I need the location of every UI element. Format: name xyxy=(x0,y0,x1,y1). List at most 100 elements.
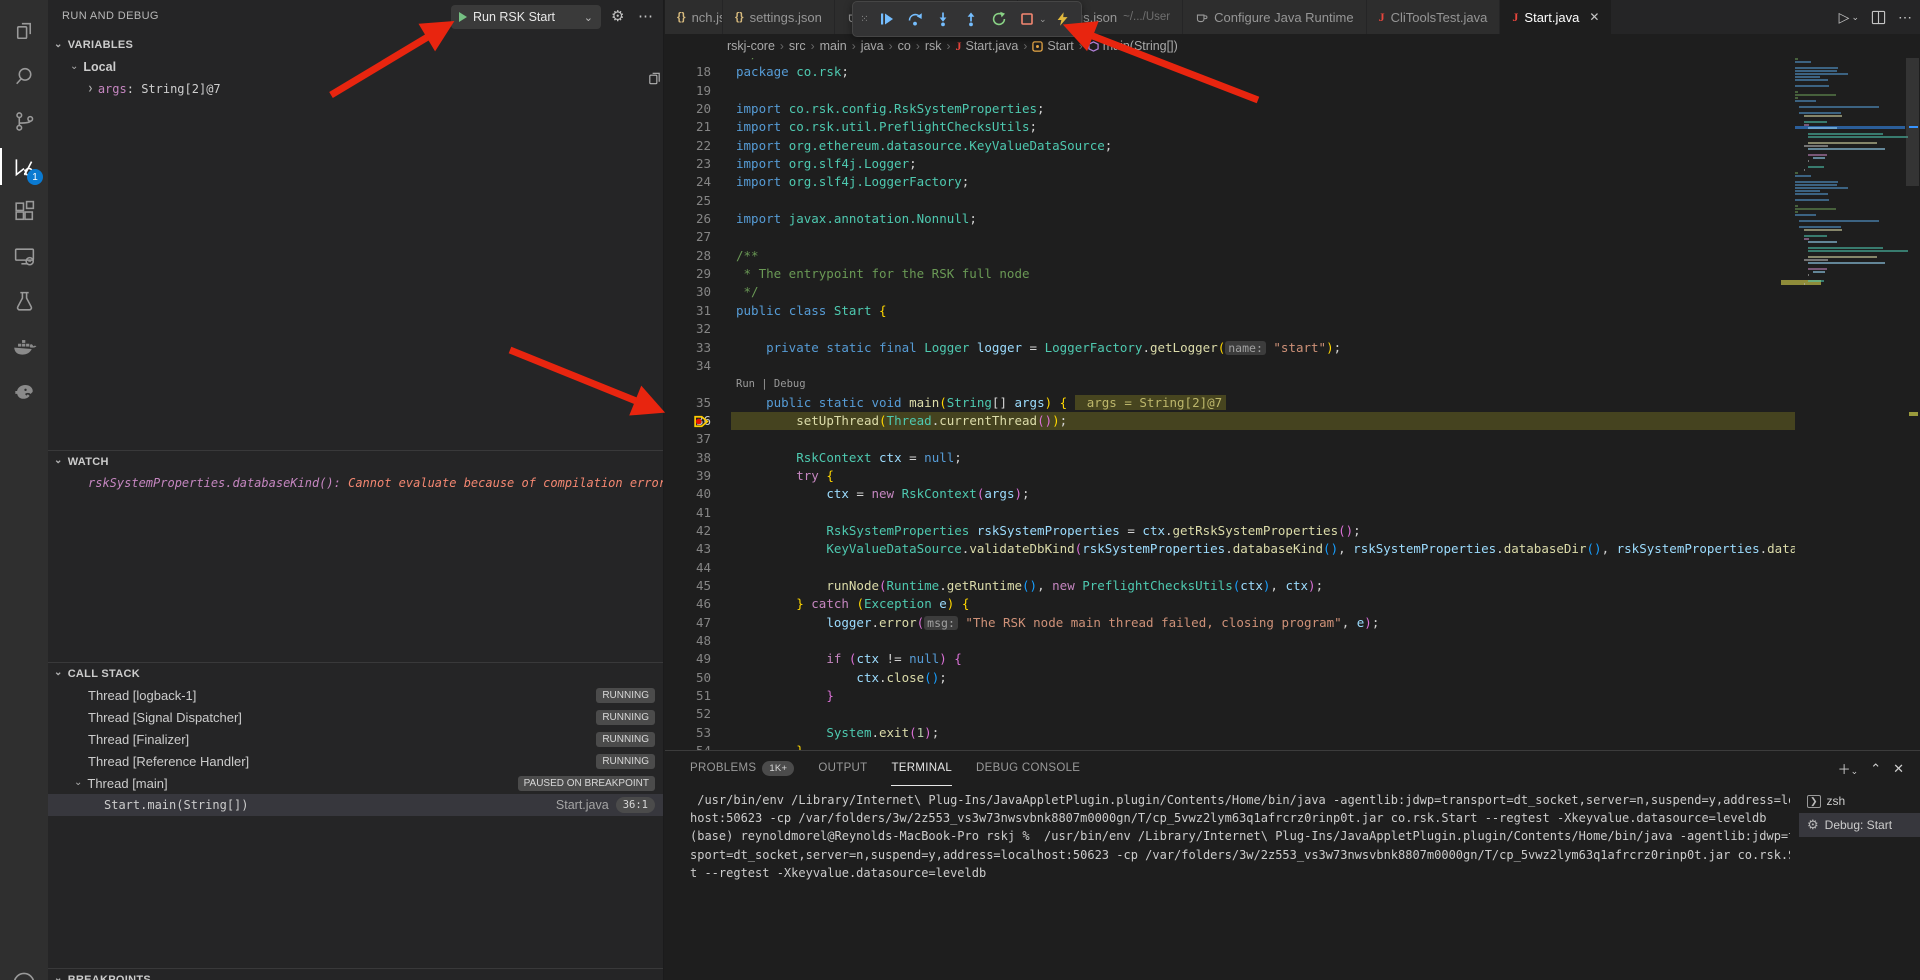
breakpoint-gutter[interactable] xyxy=(713,614,731,632)
line-number[interactable]: 50 xyxy=(665,669,711,687)
breakpoint-gutter[interactable] xyxy=(713,339,731,357)
tab-configure-java-runtime[interactable]: Configure Java Runtime xyxy=(1183,0,1366,34)
line-number[interactable]: 51 xyxy=(665,687,711,705)
breadcrumb-item-rskj-core[interactable]: rskj-core xyxy=(727,39,775,53)
line-number[interactable]: 20 xyxy=(665,100,711,118)
line-number[interactable]: 40 xyxy=(665,485,711,503)
breakpoint-gutter[interactable] xyxy=(713,357,731,375)
breakpoint-gutter[interactable] xyxy=(713,64,731,82)
breakpoint-gutter[interactable] xyxy=(713,394,731,412)
code-line-49[interactable]: 49 if (ctx != null) { xyxy=(665,650,1795,668)
breakpoint-gutter[interactable] xyxy=(713,724,731,742)
stop-button[interactable] xyxy=(1015,6,1039,32)
code-line-29[interactable]: 29 * The entrypoint for the RSK full nod… xyxy=(665,265,1795,283)
terminal-instance-debug-start[interactable]: ⚙Debug: Start xyxy=(1799,813,1920,837)
line-number[interactable]: 42 xyxy=(665,522,711,540)
line-number[interactable]: 24 xyxy=(665,173,711,191)
breakpoint-gutter[interactable] xyxy=(713,742,731,750)
code-line-53[interactable]: 53 System.exit(1); xyxy=(665,724,1795,742)
breakpoint-gutter[interactable] xyxy=(713,229,731,247)
step-into-button[interactable] xyxy=(931,6,955,32)
line-number[interactable]: 19 xyxy=(665,82,711,100)
breakpoint-gutter[interactable] xyxy=(713,284,731,302)
line-number[interactable]: 28 xyxy=(665,247,711,265)
breakpoint-gutter[interactable] xyxy=(713,119,731,137)
restart-button[interactable] xyxy=(987,6,1011,32)
breakpoint-gutter[interactable] xyxy=(713,137,731,155)
debug-settings-gear-icon[interactable]: ⚙ xyxy=(611,8,624,26)
breadcrumb-item-main[interactable]: main xyxy=(820,39,847,53)
source-control-icon[interactable] xyxy=(0,99,48,144)
line-number[interactable]: 54 xyxy=(665,742,711,750)
line-number[interactable]: 46 xyxy=(665,595,711,613)
line-number[interactable]: 30 xyxy=(665,283,711,301)
code-line-22[interactable]: 22import org.ethereum.datasource.KeyValu… xyxy=(665,137,1795,155)
code-line-54[interactable]: 54 } xyxy=(665,742,1795,750)
code-editor[interactable]: 17 */18package co.rsk;1920import co.rsk.… xyxy=(665,58,1920,750)
breakpoint-paused-icon[interactable] xyxy=(713,412,731,430)
code-line-50[interactable]: 50 ctx.close(); xyxy=(665,669,1795,687)
breakpoint-gutter[interactable] xyxy=(713,669,731,687)
line-number[interactable]: 29 xyxy=(665,265,711,283)
code-line-42[interactable]: 42 RskSystemProperties rskSystemProperti… xyxy=(665,522,1795,540)
call-stack-section-header[interactable]: ⌄ CALL STACK xyxy=(48,662,663,684)
breakpoint-gutter[interactable] xyxy=(713,320,731,338)
editor-scrollbar[interactable] xyxy=(1905,58,1920,750)
code-line-52[interactable]: 52 xyxy=(665,705,1795,723)
line-number[interactable]: 41 xyxy=(665,504,711,522)
call-stack-thread-row[interactable]: Thread [Finalizer]RUNNING xyxy=(48,728,663,750)
line-number[interactable]: 21 xyxy=(665,118,711,136)
panel-tab-problems[interactable]: PROBLEMS1K+ xyxy=(690,751,794,786)
breakpoint-gutter[interactable] xyxy=(713,302,731,320)
step-over-button[interactable] xyxy=(903,6,927,32)
tab-settings-json[interactable]: {}settings.json xyxy=(723,0,835,34)
panel-tab-debug-console[interactable]: DEBUG CONSOLE xyxy=(976,751,1080,786)
stop-dropdown-icon[interactable]: ⌄ xyxy=(1039,14,1047,25)
breakpoint-gutter[interactable] xyxy=(713,577,731,595)
line-number[interactable]: 32 xyxy=(665,320,711,338)
continue-button[interactable] xyxy=(875,6,899,32)
call-stack-thread-row[interactable]: Thread [Reference Handler]RUNNING xyxy=(48,750,663,772)
code-line-45[interactable]: 45 runNode(Runtime.getRuntime(), new Pre… xyxy=(665,577,1795,595)
tab-nch-json[interactable]: {}nch.json xyxy=(665,0,723,34)
breadcrumb-item-main-string-[interactable]: main(String[]) xyxy=(1088,39,1178,53)
remote-explorer-icon[interactable] xyxy=(0,234,48,279)
launch-config-dropdown[interactable]: Run RSK Start ⌄ xyxy=(451,5,601,29)
line-number[interactable]: 23 xyxy=(665,155,711,173)
breakpoint-gutter[interactable] xyxy=(713,485,731,503)
line-number[interactable]: 44 xyxy=(665,559,711,577)
breakpoint-gutter[interactable] xyxy=(713,706,731,724)
line-number[interactable]: 43 xyxy=(665,540,711,558)
code-line-26[interactable]: 26import javax.annotation.Nonnull; xyxy=(665,210,1795,228)
close-panel-icon[interactable]: ✕ xyxy=(1893,761,1904,777)
run-or-debug-button[interactable]: ▷⌄ xyxy=(1839,9,1859,26)
code-line-36[interactable]: 36 setUpThread(Thread.currentThread()); xyxy=(665,412,1795,430)
maximize-panel-icon[interactable]: ⌃ xyxy=(1870,761,1881,777)
tab-start-java[interactable]: JStart.java✕ xyxy=(1500,0,1612,34)
breakpoint-gutter[interactable] xyxy=(713,559,731,577)
account-icon[interactable] xyxy=(0,958,48,980)
tab-clitoolstest-java[interactable]: JCliToolsTest.java xyxy=(1367,0,1501,34)
breakpoint-gutter[interactable] xyxy=(713,467,731,485)
line-number[interactable]: 37 xyxy=(665,430,711,448)
breadcrumb-item-rsk[interactable]: rsk xyxy=(925,39,942,53)
code-line-43[interactable]: 43 KeyValueDataSource.validateDbKind(rsk… xyxy=(665,540,1795,558)
new-terminal-icon[interactable]: ＋⌄ xyxy=(1838,759,1859,778)
breakpoint-gutter[interactable] xyxy=(713,595,731,613)
step-out-button[interactable] xyxy=(959,6,983,32)
breakpoint-gutter[interactable] xyxy=(713,247,731,265)
breakpoint-gutter[interactable] xyxy=(713,632,731,650)
code-line-33[interactable]: 33 private static final Logger logger = … xyxy=(665,339,1795,357)
search-icon[interactable] xyxy=(0,54,48,99)
breakpoint-gutter[interactable] xyxy=(713,155,731,173)
breakpoint-gutter[interactable] xyxy=(713,651,731,669)
code-line-20[interactable]: 20import co.rsk.config.RskSystemProperti… xyxy=(665,100,1795,118)
breadcrumb-item-src[interactable]: src xyxy=(789,39,806,53)
breadcrumb-item-start[interactable]: Start xyxy=(1032,39,1073,53)
gradle-icon[interactable] xyxy=(0,369,48,414)
line-number[interactable]: 45 xyxy=(665,577,711,595)
code-line-41[interactable]: 41 xyxy=(665,504,1795,522)
watch-expression-row[interactable]: rskSystemProperties.databaseKind(): Cann… xyxy=(48,472,663,494)
code-line-51[interactable]: 51 } xyxy=(665,687,1795,705)
code-line-35[interactable]: 35 public static void main(String[] args… xyxy=(665,394,1795,412)
